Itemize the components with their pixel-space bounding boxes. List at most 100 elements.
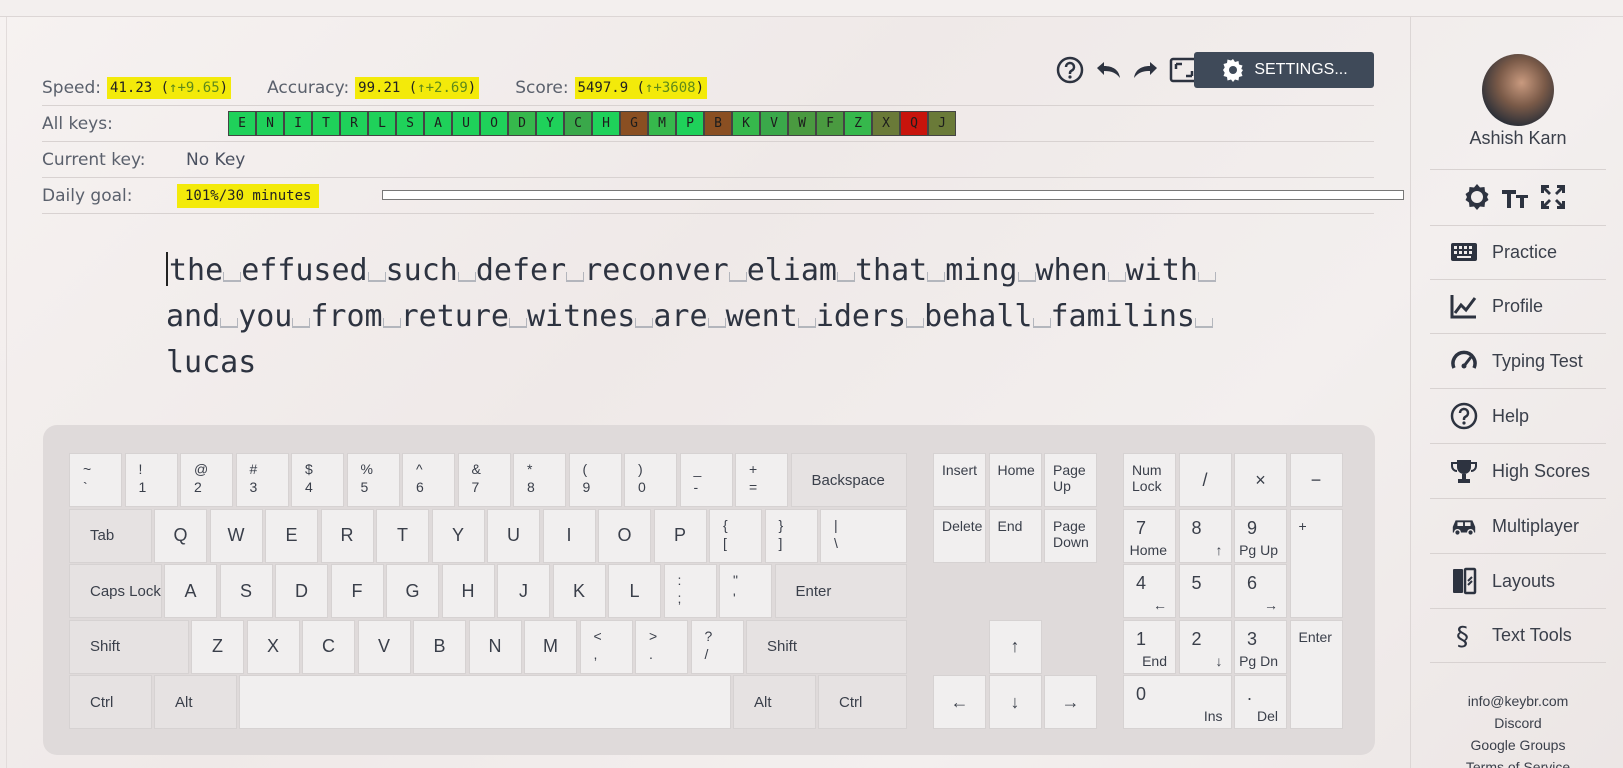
key-o[interactable]: O [598, 508, 651, 563]
key-chip-o[interactable]: O [480, 111, 508, 136]
key-l[interactable]: L [608, 564, 661, 618]
key-w[interactable]: W [209, 508, 263, 563]
key-chip-b[interactable]: B [704, 111, 732, 136]
key-num-minus[interactable]: − [1289, 453, 1343, 507]
key-num-8[interactable]: 8 ↑ [1178, 508, 1232, 563]
key-ctrl-left[interactable]: Ctrl [69, 675, 152, 729]
key-sym3-1[interactable]: " ' [719, 564, 772, 618]
sidebar-item-layouts[interactable]: Layouts [1430, 554, 1606, 609]
key-=[interactable]: + = [735, 453, 788, 507]
key-tab[interactable]: Tab [69, 508, 152, 563]
typing-text[interactable]: the effused such defer reconver eliam that ming… [166, 248, 1266, 386]
key-num-2[interactable]: 2 ↓ [1178, 619, 1232, 674]
sidebar-item-practice[interactable]: Practice [1430, 225, 1606, 280]
key-`[interactable]: ~ ` [69, 453, 122, 507]
key-d[interactable]: D [275, 564, 328, 618]
key-s[interactable]: S [219, 564, 273, 618]
key-chip-e[interactable]: E [228, 111, 256, 136]
key-chip-z[interactable]: Z [844, 111, 872, 136]
key-t[interactable]: T [376, 508, 429, 563]
key-arrow-right[interactable]: → [1044, 675, 1097, 729]
key-chip-h[interactable]: H [592, 111, 620, 136]
key-c[interactable]: C [302, 619, 355, 674]
key-9[interactable]: (9 [568, 453, 622, 507]
key-num-6[interactable]: 6 → [1234, 564, 1287, 618]
key-u[interactable]: U [487, 508, 540, 563]
key-num-9[interactable]: 9 Pg Up [1234, 508, 1287, 563]
key-h[interactable]: H [441, 564, 495, 618]
key-chip-r[interactable]: R [340, 111, 368, 136]
key-0[interactable]: ) 0 [624, 453, 677, 507]
key-num-4[interactable]: 4 ← [1123, 564, 1176, 618]
key-chip-a[interactable]: A [424, 111, 452, 136]
key-delete[interactable]: Delete [933, 508, 986, 563]
key-b[interactable]: B [413, 619, 466, 674]
key-6[interactable]: ^ 6 [402, 453, 455, 507]
key-page-up[interactable]: Page Up [1044, 453, 1097, 507]
key-num-divide[interactable]: / [1178, 453, 1232, 507]
key-end[interactable]: End [988, 508, 1042, 563]
avatar[interactable] [1482, 54, 1554, 126]
key-sym4-2[interactable]: ? / [690, 619, 744, 674]
footer-link-discord[interactable]: Discord [1430, 712, 1606, 734]
key-chip-n[interactable]: N [256, 111, 284, 136]
key-chip-s[interactable]: S [396, 111, 424, 136]
expand-icon[interactable] [1538, 182, 1568, 212]
key-chip-l[interactable]: L [368, 111, 396, 136]
font-size-icon[interactable] [1500, 182, 1530, 212]
sidebar-item-multiplayer[interactable]: Multiplayer [1430, 499, 1606, 554]
key-caps-lock[interactable]: Caps Lock [69, 564, 162, 618]
key-num-dot[interactable]: . Del [1234, 675, 1287, 729]
key-num-1[interactable]: 1 End [1123, 619, 1176, 674]
key-m[interactable]: M [524, 619, 577, 674]
key-q[interactable]: Q [154, 508, 207, 563]
key-num-5[interactable]: 5 [1178, 564, 1232, 618]
key-8[interactable]: * 8 [513, 453, 566, 507]
key-arrow-left[interactable]: ← [933, 675, 986, 729]
key-1[interactable]: ! 1 [124, 453, 178, 507]
key-sym4-1[interactable]: >. [635, 619, 688, 674]
key-v[interactable]: V [357, 619, 411, 674]
key-j[interactable]: J [497, 564, 550, 618]
key-chip-p[interactable]: P [676, 111, 704, 136]
sidebar-item-text-tools[interactable]: § Text Tools [1430, 608, 1606, 663]
key-page-down[interactable]: Page Down [1044, 508, 1097, 563]
key-p[interactable]: P [653, 508, 707, 563]
sidebar-item-profile[interactable]: Profile [1430, 279, 1606, 334]
key-n[interactable]: N [468, 619, 522, 674]
key-g[interactable]: G [386, 564, 439, 618]
key-alt-left[interactable]: Alt [154, 675, 237, 729]
user-name[interactable]: Ashish Karn [1430, 128, 1606, 149]
key-chip-u[interactable]: U [452, 111, 480, 136]
key-insert[interactable]: Insert [933, 453, 986, 507]
theme-icon[interactable] [1462, 182, 1492, 212]
key-ctrl-right[interactable]: Ctrl [818, 675, 907, 729]
sidebar-item-typing-test[interactable]: Typing Test [1430, 334, 1606, 389]
key-backspace[interactable]: Backspace [790, 453, 907, 507]
key-chip-g[interactable]: G [620, 111, 648, 136]
key-5[interactable]: % 5 [346, 453, 400, 507]
footer-link-info-keybr-com[interactable]: info@keybr.com [1430, 690, 1606, 712]
key-num-3[interactable]: 3 Pg Dn [1234, 619, 1287, 674]
key-z[interactable]: Z [191, 619, 244, 674]
key-arrow-down[interactable]: ↓ [988, 675, 1042, 729]
key-e[interactable]: E [265, 508, 318, 563]
key-f[interactable]: F [330, 564, 384, 618]
key-chip-v[interactable]: V [760, 111, 788, 136]
key-a[interactable]: A [164, 564, 217, 618]
footer-link-terms-of-service[interactable]: Terms of Service [1430, 756, 1606, 768]
key-chip-c[interactable]: C [564, 111, 592, 136]
key-num-enter[interactable]: Enter [1289, 619, 1343, 729]
key-chip-q[interactable]: Q [900, 111, 928, 136]
key-backslash[interactable]: | \ [820, 508, 907, 563]
key-chip-m[interactable]: M [648, 111, 676, 136]
key-chip-w[interactable]: W [788, 111, 816, 136]
key-7[interactable]: & 7 [457, 453, 511, 507]
key-chip-i[interactable]: I [284, 111, 312, 136]
key-space[interactable] [239, 675, 731, 729]
key-num-7[interactable]: 7 Home [1123, 508, 1176, 563]
key-num-lock[interactable]: Num Lock [1123, 453, 1176, 507]
key-alt-right[interactable]: Alt [733, 675, 816, 729]
key-x[interactable]: X [246, 619, 300, 674]
key-sym4-0[interactable]: <, [579, 619, 633, 674]
